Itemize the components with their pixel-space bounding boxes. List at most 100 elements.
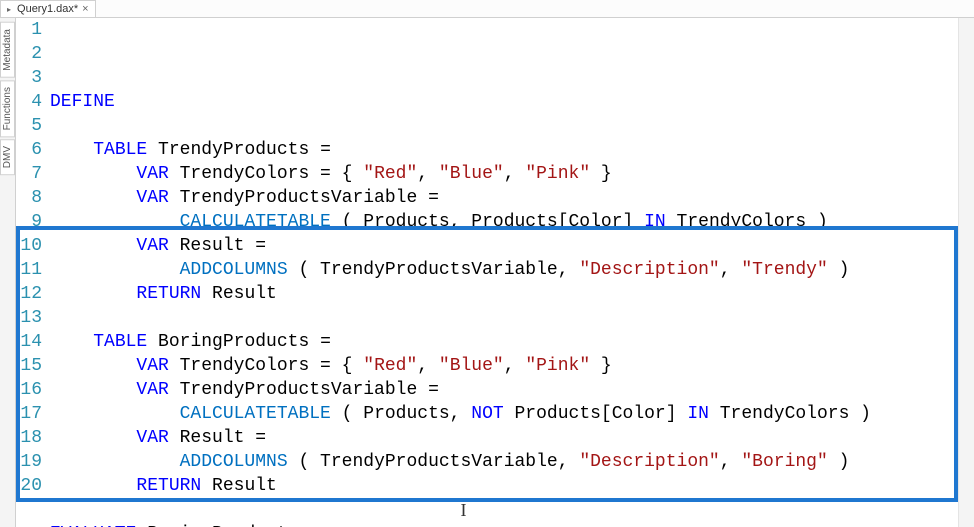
code-line[interactable]: VAR Result =: [46, 426, 974, 450]
code-token: }: [590, 356, 612, 376]
code-token: ADDCOLUMNS: [180, 452, 288, 472]
code-token: [50, 452, 180, 472]
code-token: TABLE: [93, 140, 147, 160]
app-root: Query1.dax* × Metadata Functions DMV 12 3…: [0, 0, 974, 527]
code-token: "Red": [363, 164, 417, 184]
code-token: Result =: [169, 428, 266, 448]
code-token: VAR: [136, 356, 168, 376]
line-number: 19: [16, 450, 42, 474]
code-line[interactable]: [46, 114, 974, 138]
sidebar-tab-metadata[interactable]: Metadata: [0, 22, 15, 78]
file-tab-label: Query1.dax*: [17, 3, 78, 15]
code-line[interactable]: [46, 306, 974, 330]
code-line[interactable]: VAR Result =: [46, 234, 974, 258]
code-line[interactable]: ADDCOLUMNS ( TrendyProductsVariable, "De…: [46, 258, 974, 282]
code-token: "Blue": [439, 164, 504, 184]
code-line[interactable]: VAR TrendyProductsVariable =: [46, 378, 974, 402]
code-token: CALCULATETABLE: [180, 212, 331, 232]
code-token: NOT: [471, 404, 503, 424]
code-token: ): [828, 260, 850, 280]
line-number: 17: [16, 402, 42, 426]
close-icon[interactable]: ×: [82, 4, 88, 15]
line-number: 12: [16, 282, 42, 306]
code-token: [50, 164, 136, 184]
code-token: [50, 140, 93, 160]
code-token: ( Products, Products[Color]: [331, 212, 644, 232]
code-token: [50, 502, 136, 522]
code-line[interactable]: RETURN Result: [46, 282, 974, 306]
code-line[interactable]: VAR TrendyColors = { "Red", "Blue", "Pin…: [46, 162, 974, 186]
workspace: Metadata Functions DMV 12345678910111213…: [0, 18, 974, 527]
code-token: "Red": [363, 356, 417, 376]
line-number: 20: [16, 474, 42, 498]
line-number: 4: [16, 90, 42, 114]
code-token: IN: [644, 212, 666, 232]
code-line[interactable]: CALCULATETABLE ( Products, Products[Colo…: [46, 210, 974, 234]
code-token: [50, 404, 180, 424]
code-area[interactable]: DEFINE TABLE TrendyProducts = VAR Trendy…: [46, 18, 974, 527]
code-token: TrendyProducts =: [147, 140, 331, 160]
vertical-scrollbar[interactable]: [958, 18, 974, 527]
code-token: TrendyColors = {: [169, 164, 363, 184]
code-line[interactable]: I: [46, 498, 974, 522]
code-token: [50, 188, 136, 208]
code-token: [50, 260, 180, 280]
code-line[interactable]: TABLE TrendyProducts =: [46, 138, 974, 162]
code-token: "Trendy": [741, 260, 827, 280]
code-token: [50, 284, 136, 304]
sidebar-tab-dmv[interactable]: DMV: [0, 139, 15, 175]
line-number: 5: [16, 114, 42, 138]
code-token: Result =: [169, 236, 266, 256]
code-token: Result: [201, 284, 277, 304]
code-token: ADDCOLUMNS: [180, 260, 288, 280]
line-number: 16: [16, 378, 42, 402]
code-token: Products[Color]: [504, 404, 688, 424]
file-tab[interactable]: Query1.dax* ×: [0, 0, 96, 17]
code-line[interactable]: VAR TrendyColors = { "Red", "Blue", "Pin…: [46, 354, 974, 378]
code-token: "Boring": [741, 452, 827, 472]
code-token: ,: [720, 452, 742, 472]
code-token: ,: [504, 356, 526, 376]
code-token: [50, 332, 93, 352]
line-number: 14: [16, 330, 42, 354]
code-token: "Description": [579, 452, 719, 472]
code-token: RETURN: [136, 284, 201, 304]
code-token: ( Products,: [331, 404, 471, 424]
code-line[interactable]: DEFINE: [46, 90, 974, 114]
sidebar-tab-functions[interactable]: Functions: [0, 80, 15, 137]
code-token: ,: [504, 164, 526, 184]
code-token: TrendyColors = {: [169, 356, 363, 376]
line-number: 8: [16, 186, 42, 210]
code-token: }: [590, 164, 612, 184]
code-line[interactable]: ADDCOLUMNS ( TrendyProductsVariable, "De…: [46, 450, 974, 474]
line-number: 18: [16, 426, 42, 450]
code-token: TrendyProductsVariable =: [169, 188, 439, 208]
code-line[interactable]: VAR TrendyProductsVariable =: [46, 186, 974, 210]
code-token: ( TrendyProductsVariable,: [288, 260, 580, 280]
line-number-gutter: 1234567891011121314151617181920: [16, 18, 46, 527]
code-line[interactable]: TABLE BoringProducts =: [46, 330, 974, 354]
code-line[interactable]: CALCULATETABLE ( Products, NOT Products[…: [46, 402, 974, 426]
code-token: TrendyProductsVariable =: [169, 380, 439, 400]
code-token: VAR: [136, 380, 168, 400]
line-number: 9: [16, 210, 42, 234]
code-token: ,: [417, 164, 439, 184]
code-editor[interactable]: 1234567891011121314151617181920 DEFINE T…: [16, 18, 974, 527]
code-token: ( TrendyProductsVariable,: [288, 452, 580, 472]
code-line[interactable]: RETURN Result: [46, 474, 974, 498]
line-number: 6: [16, 138, 42, 162]
code-token: DEFINE: [50, 92, 115, 112]
code-token: CALCULATETABLE: [180, 404, 331, 424]
line-number: 13: [16, 306, 42, 330]
line-number: 3: [16, 66, 42, 90]
code-line[interactable]: EVALUATE BoringProducts: [46, 522, 974, 527]
line-number: 2: [16, 42, 42, 66]
code-token: [50, 236, 136, 256]
code-token: TrendyColors ): [666, 212, 828, 232]
code-token: [50, 476, 136, 496]
code-token: RETURN: [136, 476, 201, 496]
code-token: [50, 356, 136, 376]
code-token: VAR: [136, 188, 168, 208]
line-number: 15: [16, 354, 42, 378]
code-token: [50, 380, 136, 400]
